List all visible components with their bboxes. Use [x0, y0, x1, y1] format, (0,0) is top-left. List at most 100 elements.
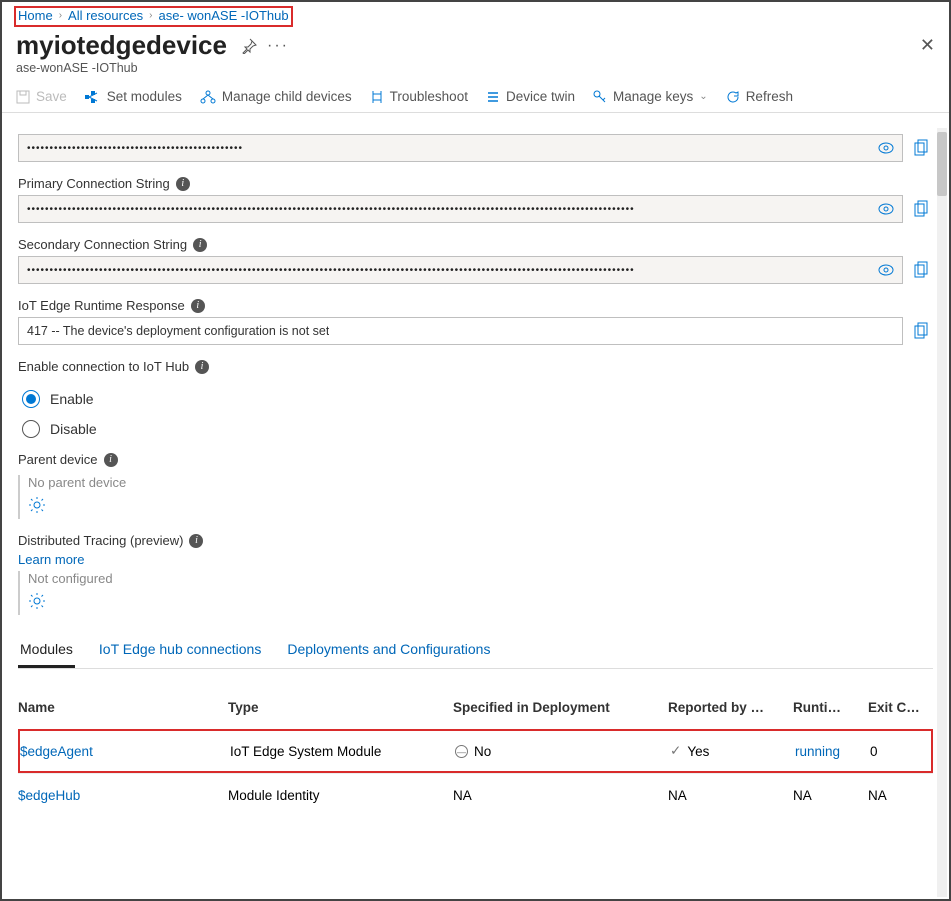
eye-icon[interactable] — [878, 264, 894, 276]
radio-button-icon[interactable] — [22, 420, 40, 438]
info-icon[interactable]: i — [193, 238, 207, 252]
eye-icon[interactable] — [878, 203, 894, 215]
breadcrumb-home[interactable]: Home — [18, 8, 53, 23]
runtime-response-value: 417 -- The device's deployment configura… — [27, 324, 329, 338]
module-tabs: Modules IoT Edge hub connections Deploym… — [18, 641, 933, 669]
save-icon — [16, 90, 30, 104]
module-reported: NA — [668, 788, 793, 803]
gear-icon[interactable] — [28, 496, 46, 514]
manage-children-label: Manage child devices — [222, 89, 352, 104]
module-exit: 0 — [870, 744, 925, 759]
more-icon[interactable]: ··· — [267, 37, 289, 55]
masked-dots: ••••••••••••••••••••••••••••••••••••••••… — [27, 265, 635, 276]
radio-disable[interactable]: Disable — [22, 420, 933, 438]
tracing-section: Not configured — [18, 571, 933, 615]
tab-modules[interactable]: Modules — [18, 641, 75, 668]
secondary-conn-field[interactable]: ••••••••••••••••••••••••••••••••••••••••… — [18, 256, 903, 284]
close-icon[interactable]: ✕ — [920, 35, 935, 56]
module-specified: NA — [453, 788, 668, 803]
chevron-down-icon: ⌄ — [699, 91, 707, 102]
learn-more-link[interactable]: Learn more — [18, 552, 933, 567]
module-name-link[interactable]: $edgeAgent — [20, 744, 230, 759]
col-reported[interactable]: Reported by … — [668, 700, 793, 715]
manage-keys-button[interactable]: Manage keys ⌄ — [593, 89, 708, 104]
hierarchy-icon — [200, 90, 216, 104]
title-row: myiotedgedevice ··· ✕ — [2, 26, 949, 61]
table-row[interactable]: $edgeAgentIoT Edge System Module— No✓ Ye… — [18, 729, 933, 773]
dash-circle-icon: — — [455, 745, 468, 758]
runtime-response-field[interactable]: 417 -- The device's deployment configura… — [18, 317, 903, 345]
runtime-response-label: IoT Edge Runtime Response i — [18, 298, 205, 313]
radio-button-icon[interactable] — [22, 390, 40, 408]
pin-icon[interactable] — [241, 38, 257, 54]
masked-field-top[interactable]: ••••••••••••••••••••••••••••••••••••••••… — [18, 134, 903, 162]
enable-connection-label: Enable connection to IoT Hub i — [18, 359, 209, 374]
masked-dots: ••••••••••••••••••••••••••••••••••••••••… — [27, 204, 635, 215]
no-parent-text: No parent device — [28, 475, 933, 490]
refresh-icon — [726, 90, 740, 104]
manage-keys-label: Manage keys — [613, 89, 693, 104]
copy-icon[interactable] — [913, 139, 933, 157]
primary-conn-field[interactable]: ••••••••••••••••••••••••••••••••••••••••… — [18, 195, 903, 223]
module-runtime[interactable]: running — [795, 744, 870, 759]
parent-device-section: No parent device — [18, 475, 933, 519]
modules-icon — [85, 90, 101, 104]
radio-enable-label: Enable — [50, 391, 94, 407]
copy-icon[interactable] — [913, 261, 933, 279]
page-title: myiotedgedevice — [16, 30, 227, 61]
module-runtime: NA — [793, 788, 868, 803]
eye-icon[interactable] — [878, 142, 894, 154]
secondary-conn-label: Secondary Connection String i — [18, 237, 207, 252]
module-name-link[interactable]: $edgeHub — [18, 788, 228, 803]
troubleshoot-label: Troubleshoot — [390, 89, 468, 104]
module-type: Module Identity — [228, 788, 453, 803]
scrollbar-thumb[interactable] — [937, 132, 947, 196]
col-specified[interactable]: Specified in Deployment — [453, 700, 668, 715]
info-icon[interactable]: i — [191, 299, 205, 313]
not-configured-text: Not configured — [28, 571, 933, 586]
breadcrumb-all-resources[interactable]: All resources — [68, 8, 143, 23]
module-reported: ✓ Yes — [670, 743, 795, 759]
table-header-row: Name Type Specified in Deployment Report… — [18, 685, 933, 729]
info-icon[interactable]: i — [104, 453, 118, 467]
info-icon[interactable]: i — [176, 177, 190, 191]
module-exit: NA — [868, 788, 923, 803]
copy-icon[interactable] — [913, 322, 933, 340]
toolbar: Save Set modules Manage child devices Tr… — [2, 81, 949, 113]
radio-enable[interactable]: Enable — [22, 390, 933, 408]
save-label: Save — [36, 89, 67, 104]
chevron-right-icon: › — [149, 10, 152, 21]
info-icon[interactable]: i — [189, 534, 203, 548]
masked-dots: ••••••••••••••••••••••••••••••••••••••••… — [27, 143, 243, 154]
refresh-button[interactable]: Refresh — [726, 89, 793, 104]
set-modules-button[interactable]: Set modules — [85, 89, 182, 104]
set-modules-label: Set modules — [107, 89, 182, 104]
col-runtime[interactable]: Runti… — [793, 700, 868, 715]
primary-conn-label: Primary Connection String i — [18, 176, 190, 191]
tab-hub-connections[interactable]: IoT Edge hub connections — [97, 641, 263, 668]
scrollbar-track[interactable] — [937, 128, 947, 897]
breadcrumb: Home › All resources › ase- wonASE -IOTh… — [2, 2, 949, 26]
col-type[interactable]: Type — [228, 700, 453, 715]
copy-icon[interactable] — [913, 200, 933, 218]
list-icon — [486, 90, 500, 104]
col-exit[interactable]: Exit C… — [868, 700, 923, 715]
gear-icon[interactable] — [28, 592, 46, 610]
distributed-tracing-label: Distributed Tracing (preview) i — [18, 533, 203, 548]
modules-table: Name Type Specified in Deployment Report… — [18, 685, 933, 817]
col-name[interactable]: Name — [18, 700, 228, 715]
key-icon — [593, 90, 607, 104]
troubleshoot-icon — [370, 90, 384, 104]
breadcrumb-hub[interactable]: ase- wonASE -IOThub — [159, 8, 289, 23]
device-twin-label: Device twin — [506, 89, 575, 104]
page-subtitle: ase-wonASE -IOThub — [2, 61, 949, 81]
device-twin-button[interactable]: Device twin — [486, 89, 575, 104]
manage-children-button[interactable]: Manage child devices — [200, 89, 352, 104]
tab-deployments[interactable]: Deployments and Configurations — [285, 641, 492, 668]
module-specified: — No — [455, 743, 670, 760]
table-row[interactable]: $edgeHubModule IdentityNANANANA — [18, 773, 933, 817]
info-icon[interactable]: i — [195, 360, 209, 374]
content-area: ••••••••••••••••••••••••••••••••••••••••… — [4, 128, 937, 897]
troubleshoot-button[interactable]: Troubleshoot — [370, 89, 468, 104]
module-type: IoT Edge System Module — [230, 744, 455, 759]
